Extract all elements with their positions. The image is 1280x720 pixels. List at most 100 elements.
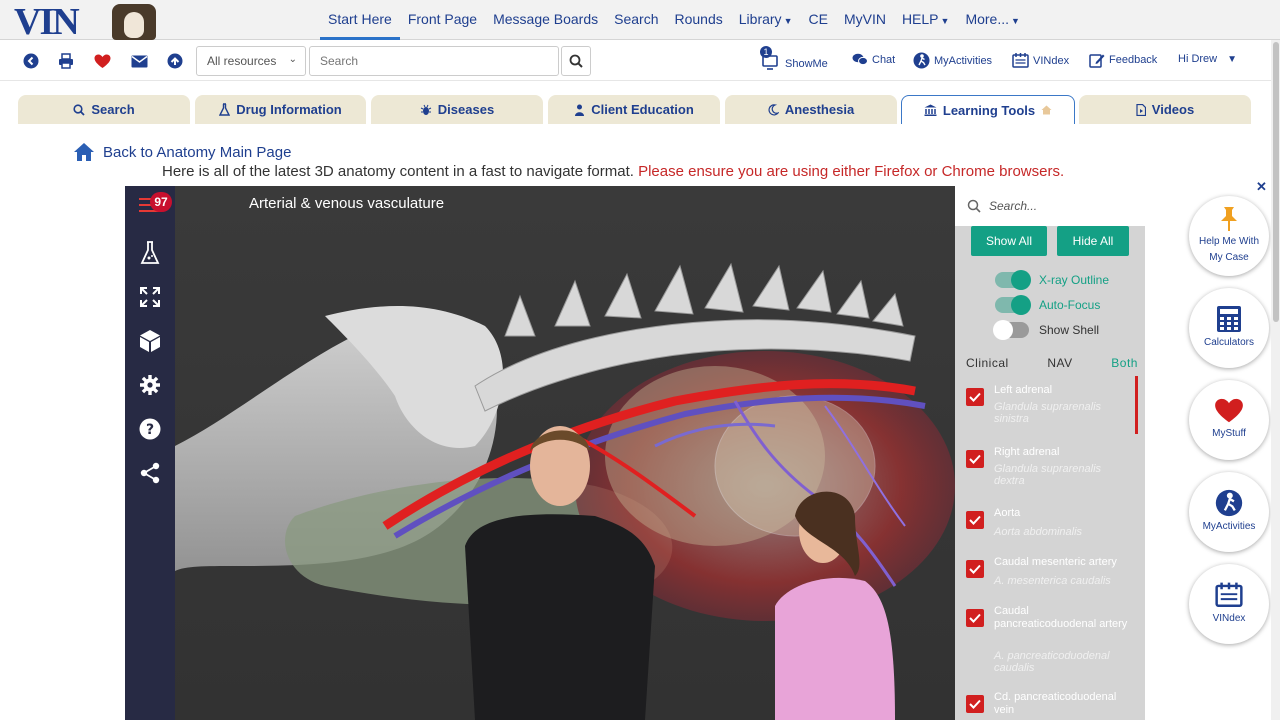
nav-myvin[interactable]: MyVIN — [836, 0, 894, 40]
back-arrow-icon[interactable] — [22, 52, 40, 70]
scene-title: Arterial & venous vasculature — [249, 195, 445, 212]
calculators-button[interactable]: Calculators — [1189, 288, 1269, 368]
home-icon — [74, 143, 94, 161]
checkbox-checked[interactable] — [966, 695, 984, 713]
tab-diseases[interactable]: Diseases — [371, 95, 543, 124]
back-to-anatomy-link[interactable]: Back to Anatomy Main Page — [73, 142, 291, 162]
mode-nav[interactable]: NAV — [1047, 356, 1072, 370]
cube-icon[interactable] — [137, 328, 163, 354]
naming-mode-selector: Clinical NAV Both — [966, 356, 1138, 370]
envelope-icon[interactable] — [130, 52, 148, 70]
nav-more[interactable]: More... ▼ — [957, 0, 1028, 40]
panel-scrollbar[interactable] — [1135, 376, 1138, 434]
checkbox-checked[interactable] — [966, 388, 984, 406]
list-item[interactable]: Right adrenal Glandula suprarenalis dext… — [966, 446, 1134, 504]
caret-down-icon: ▼ — [1227, 53, 1238, 65]
nav-message-boards[interactable]: Message Boards — [485, 0, 606, 40]
list-item[interactable]: Left adrenal Glandula suprarenalis sinis… — [966, 384, 1134, 442]
xray-outline-toggle[interactable] — [995, 270, 1031, 290]
nav-ce[interactable]: CE — [800, 0, 835, 40]
help-icon[interactable]: ? — [137, 416, 163, 442]
mode-both[interactable]: Both — [1111, 356, 1138, 370]
upload-arrow-icon[interactable] — [166, 52, 184, 70]
feedback-link[interactable]: Feedback — [1089, 52, 1157, 68]
check-icon — [969, 454, 981, 464]
vindex-link[interactable]: VINdex — [1012, 52, 1069, 69]
mystuff-button[interactable]: MyStuff — [1189, 380, 1269, 460]
list-item[interactable]: Caudal mesenteric artery A. mesenterica … — [966, 556, 1134, 600]
myactivities-link[interactable]: MyActivities — [913, 52, 992, 69]
settings-gear-icon[interactable] — [137, 372, 163, 398]
activity-icon — [1215, 489, 1243, 517]
search-input[interactable] — [309, 46, 559, 76]
checkbox-checked[interactable] — [966, 511, 984, 529]
check-icon — [969, 564, 981, 574]
checkbox-checked[interactable] — [966, 560, 984, 578]
browser-warning: Please ensure you are using either Firef… — [638, 163, 1065, 180]
page-scrollbar[interactable] — [1271, 40, 1280, 720]
heart-icon[interactable] — [93, 52, 111, 70]
tab-anesthesia[interactable]: Anesthesia — [725, 95, 897, 124]
flask-icon — [219, 103, 231, 116]
svg-text:?: ? — [146, 422, 154, 438]
user-menu[interactable]: Hi Drew ▼ — [1178, 53, 1237, 65]
show-shell-toggle[interactable] — [993, 320, 1029, 340]
search-button[interactable] — [561, 46, 591, 76]
main-nav-links: Start Here Front Page Message Boards Sea… — [320, 0, 1028, 40]
pin-icon — [1221, 207, 1237, 231]
show-all-button[interactable]: Show All — [971, 226, 1047, 256]
nav-rounds[interactable]: Rounds — [667, 0, 731, 40]
tab-drug-information[interactable]: Drug Information — [195, 95, 366, 124]
panel-search-box[interactable]: Search... — [955, 186, 1145, 226]
auto-focus-toggle[interactable] — [995, 295, 1031, 315]
vindex-button[interactable]: VINdex — [1189, 564, 1269, 644]
search-icon — [569, 54, 583, 68]
nav-front-page[interactable]: Front Page — [400, 0, 485, 40]
show-shell-toggle-row[interactable]: Show Shell — [993, 320, 1099, 340]
resource-select[interactable]: All resources ⌄ — [196, 46, 306, 76]
caret-down-icon: ▼ — [940, 16, 950, 26]
close-icon[interactable]: ✕ — [1256, 179, 1267, 195]
heart-icon — [1215, 398, 1243, 423]
check-icon — [969, 515, 981, 525]
showme-link[interactable]: 1 ShowMe — [760, 46, 828, 71]
resource-tabs: Search Drug Information Diseases Client … — [0, 82, 1280, 124]
print-icon[interactable] — [57, 52, 75, 70]
chat-link[interactable]: Chat — [852, 53, 895, 67]
moon-icon — [768, 103, 779, 115]
3d-model-canvas[interactable]: Arterial & venous vasculature — [175, 186, 955, 720]
flask-icon[interactable] — [137, 240, 163, 266]
list-item[interactable]: Aorta Aorta abdominalis — [966, 507, 1134, 551]
mode-clinical[interactable]: Clinical — [966, 356, 1009, 370]
list-item[interactable]: Cd. pancreaticoduodenal vein — [966, 691, 1134, 720]
hide-all-button[interactable]: Hide All — [1057, 226, 1129, 256]
anatomy-viewer: 97 ? Arterial & venous vasculature Searc… — [125, 186, 1145, 720]
nav-search[interactable]: Search — [606, 0, 666, 40]
myactivities-button[interactable]: MyActivities — [1189, 472, 1269, 552]
share-icon[interactable] — [137, 460, 163, 486]
auto-focus-toggle-row[interactable]: Auto-Focus — [995, 295, 1100, 315]
logo-text: VIN — [14, 1, 80, 43]
nav-start-here[interactable]: Start Here — [320, 0, 400, 40]
nav-help[interactable]: HELP ▼ — [894, 0, 958, 40]
tab-client-education[interactable]: Client Education — [548, 95, 720, 124]
check-icon — [969, 392, 981, 402]
fullscreen-icon[interactable] — [137, 284, 163, 310]
help-me-with-my-case-button[interactable]: Help Me With My Case — [1189, 196, 1269, 276]
calculator-icon — [1217, 306, 1241, 332]
nav-library[interactable]: Library ▼ — [731, 0, 801, 40]
list-item[interactable]: Caudal pancreaticoduodenal artery A. pan… — [966, 605, 1134, 685]
activity-icon — [913, 52, 930, 69]
tab-learning-tools[interactable]: Learning Tools — [901, 95, 1075, 124]
tab-videos[interactable]: Videos — [1079, 95, 1251, 124]
vindex-icon — [1215, 582, 1243, 607]
bug-icon — [420, 104, 432, 115]
vin-logo[interactable]: VIN — [14, 2, 156, 42]
checkbox-checked[interactable] — [966, 609, 984, 627]
home-icon — [1041, 105, 1052, 115]
caret-down-icon: ▼ — [1011, 16, 1020, 26]
caret-down-icon: ▼ — [783, 16, 793, 26]
xray-outline-toggle-row[interactable]: X-ray Outline — [995, 270, 1109, 290]
checkbox-checked[interactable] — [966, 450, 984, 468]
tab-search[interactable]: Search — [18, 95, 190, 124]
